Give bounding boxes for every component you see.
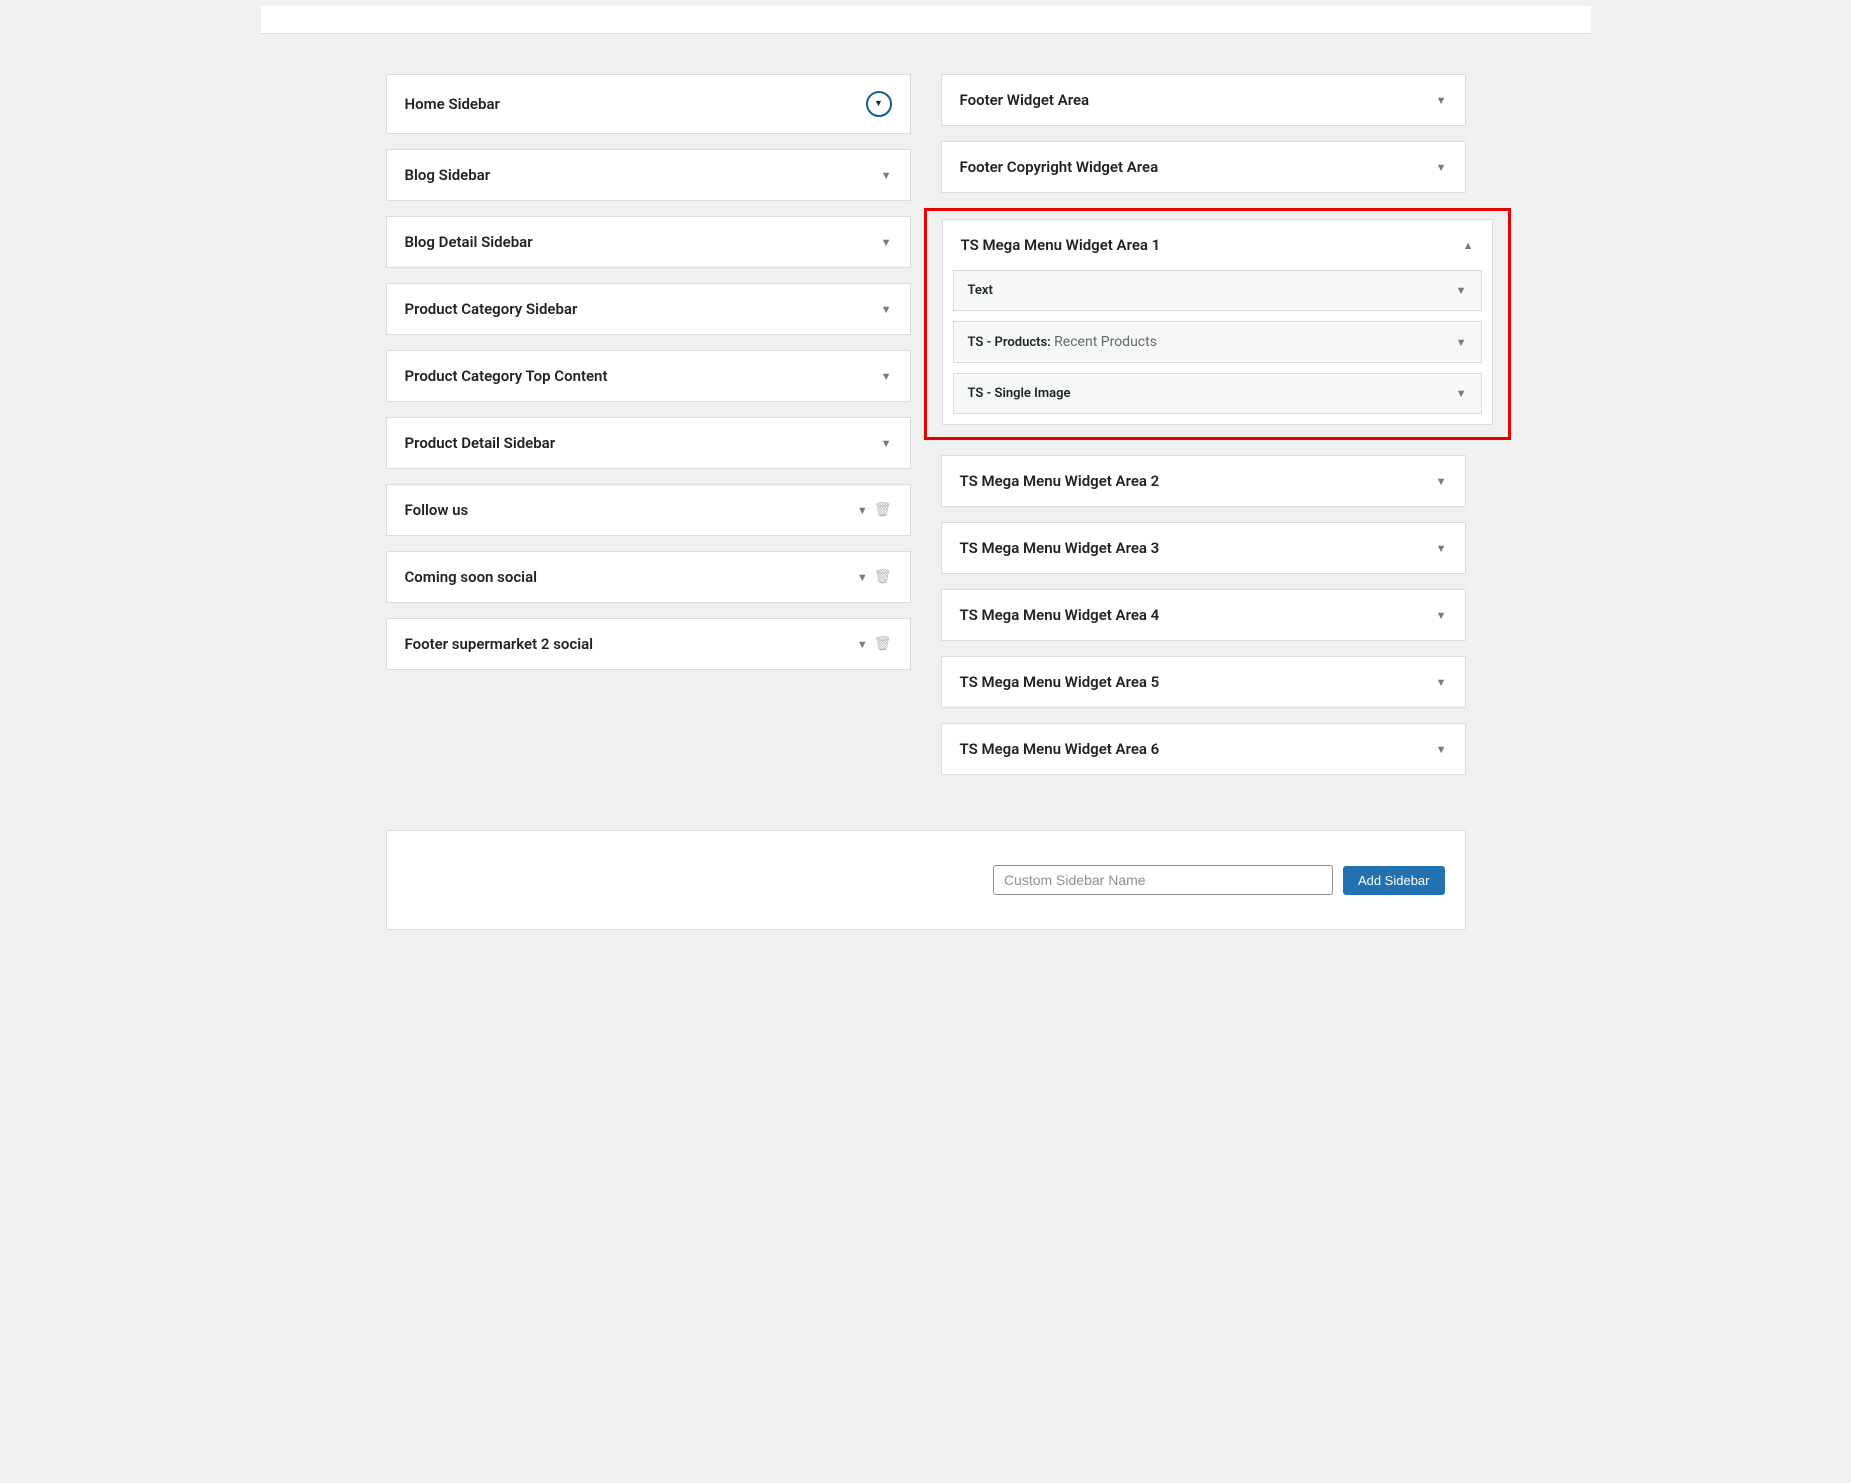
widget-area-title: Product Detail Sidebar bbox=[405, 434, 556, 452]
widget-area-ts-mega-menu-1[interactable]: TS Mega Menu Widget Area 1 ▲ Text ▼ TS -… bbox=[942, 219, 1493, 425]
add-sidebar-button[interactable]: Add Sidebar bbox=[1343, 866, 1445, 895]
top-bar bbox=[261, 6, 1591, 34]
chevron-down-icon: ▼ bbox=[857, 505, 868, 516]
chevron-down-icon: ▼ bbox=[881, 438, 892, 449]
chevron-down-icon: ▼ bbox=[857, 572, 868, 583]
highlight-box: TS Mega Menu Widget Area 1 ▲ Text ▼ TS -… bbox=[924, 208, 1511, 440]
chevron-down-icon: ▼ bbox=[1456, 284, 1467, 297]
toggle-circle-icon[interactable]: ▼ bbox=[866, 91, 892, 117]
widget-area-ts-mega-menu-2[interactable]: TS Mega Menu Widget Area 2 ▼ bbox=[941, 455, 1466, 507]
widget-area-coming-soon-social[interactable]: Coming soon social ▼ 🗑 bbox=[386, 551, 911, 603]
chevron-down-icon: ▼ bbox=[881, 371, 892, 382]
widget-item-ts-products[interactable]: TS - Products: Recent Products ▼ bbox=[953, 321, 1482, 363]
widget-area-footer-copyright-widget-area[interactable]: Footer Copyright Widget Area ▼ bbox=[941, 141, 1466, 193]
widget-area-title: Footer Widget Area bbox=[960, 91, 1090, 109]
chevron-down-icon: ▼ bbox=[1436, 744, 1447, 755]
chevron-down-icon: ▼ bbox=[1436, 677, 1447, 688]
widget-area-blog-detail-sidebar[interactable]: Blog Detail Sidebar ▼ bbox=[386, 216, 911, 268]
widget-item-title: Text bbox=[968, 283, 993, 298]
widget-area-ts-mega-menu-3[interactable]: TS Mega Menu Widget Area 3 ▼ bbox=[941, 522, 1466, 574]
chevron-down-icon: ▼ bbox=[1436, 543, 1447, 554]
chevron-down-icon: ▼ bbox=[1436, 95, 1447, 106]
right-column: Footer Widget Area ▼ Footer Copyright Wi… bbox=[941, 74, 1466, 790]
widget-item-label: TS - Products: Recent Products bbox=[968, 334, 1157, 350]
widget-area-title: TS Mega Menu Widget Area 3 bbox=[960, 539, 1160, 557]
chevron-down-icon: ▼ bbox=[1436, 162, 1447, 173]
widget-area-title: Coming soon social bbox=[405, 568, 538, 586]
left-column: Home Sidebar ▼ Blog Sidebar ▼ Blog Detai… bbox=[386, 74, 911, 790]
widget-area-title: TS Mega Menu Widget Area 5 bbox=[960, 673, 1160, 691]
widget-area-ts-mega-menu-5[interactable]: TS Mega Menu Widget Area 5 ▼ bbox=[941, 656, 1466, 708]
widget-area-product-category-top-content[interactable]: Product Category Top Content ▼ bbox=[386, 350, 911, 402]
chevron-up-icon: ▲ bbox=[1463, 240, 1474, 251]
widget-item-text[interactable]: Text ▼ bbox=[953, 270, 1482, 311]
chevron-down-icon: ▼ bbox=[1456, 336, 1467, 349]
widget-area-footer-supermarket-2-social[interactable]: Footer supermarket 2 social ▼ 🗑 bbox=[386, 618, 911, 670]
widget-area-title: TS Mega Menu Widget Area 4 bbox=[960, 606, 1160, 624]
widget-area-ts-mega-menu-4[interactable]: TS Mega Menu Widget Area 4 ▼ bbox=[941, 589, 1466, 641]
trash-icon[interactable]: 🗑 bbox=[874, 502, 892, 518]
widget-areas-grid: Home Sidebar ▼ Blog Sidebar ▼ Blog Detai… bbox=[321, 54, 1531, 810]
add-sidebar-panel: Add Sidebar bbox=[386, 830, 1466, 930]
widget-area-product-detail-sidebar[interactable]: Product Detail Sidebar ▼ bbox=[386, 417, 911, 469]
chevron-down-icon: ▼ bbox=[1456, 387, 1467, 400]
widget-area-title: Home Sidebar bbox=[405, 95, 500, 113]
widget-area-title: TS Mega Menu Widget Area 2 bbox=[960, 472, 1160, 490]
widget-area-title: Footer supermarket 2 social bbox=[405, 635, 594, 653]
widget-area-title: Follow us bbox=[405, 501, 469, 519]
trash-icon[interactable]: 🗑 bbox=[874, 569, 892, 585]
widget-area-blog-sidebar[interactable]: Blog Sidebar ▼ bbox=[386, 149, 911, 201]
widget-area-follow-us[interactable]: Follow us ▼ 🗑 bbox=[386, 484, 911, 536]
widget-area-product-category-sidebar[interactable]: Product Category Sidebar ▼ bbox=[386, 283, 911, 335]
chevron-down-icon: ▼ bbox=[1436, 476, 1447, 487]
widget-item-ts-single-image[interactable]: TS - Single Image ▼ bbox=[953, 373, 1482, 414]
chevron-down-icon: ▼ bbox=[881, 170, 892, 181]
widget-area-title: Product Category Sidebar bbox=[405, 300, 578, 318]
widget-area-title: TS Mega Menu Widget Area 1 bbox=[961, 236, 1161, 254]
chevron-down-icon: ▼ bbox=[881, 304, 892, 315]
chevron-down-icon: ▼ bbox=[857, 639, 868, 650]
widget-area-title: Product Category Top Content bbox=[405, 367, 608, 385]
widget-item-title: TS - Products: bbox=[968, 335, 1051, 350]
chevron-down-icon: ▼ bbox=[1436, 610, 1447, 621]
widget-item-title: TS - Single Image bbox=[968, 386, 1071, 401]
chevron-down-icon: ▼ bbox=[874, 100, 883, 109]
widget-area-title: Blog Sidebar bbox=[405, 166, 491, 184]
widget-item-subtitle: Recent Products bbox=[1051, 334, 1157, 350]
widget-area-title: TS Mega Menu Widget Area 6 bbox=[960, 740, 1160, 758]
chevron-down-icon: ▼ bbox=[881, 237, 892, 248]
widget-area-footer-widget-area[interactable]: Footer Widget Area ▼ bbox=[941, 74, 1466, 126]
trash-icon[interactable]: 🗑 bbox=[874, 636, 892, 652]
widget-area-title: Footer Copyright Widget Area bbox=[960, 158, 1159, 176]
widget-area-title: Blog Detail Sidebar bbox=[405, 233, 533, 251]
custom-sidebar-name-input[interactable] bbox=[993, 865, 1333, 895]
widget-area-ts-mega-menu-6[interactable]: TS Mega Menu Widget Area 6 ▼ bbox=[941, 723, 1466, 775]
widget-area-body: Text ▼ TS - Products: Recent Products ▼ … bbox=[943, 270, 1492, 424]
widget-area-home-sidebar[interactable]: Home Sidebar ▼ bbox=[386, 74, 911, 134]
